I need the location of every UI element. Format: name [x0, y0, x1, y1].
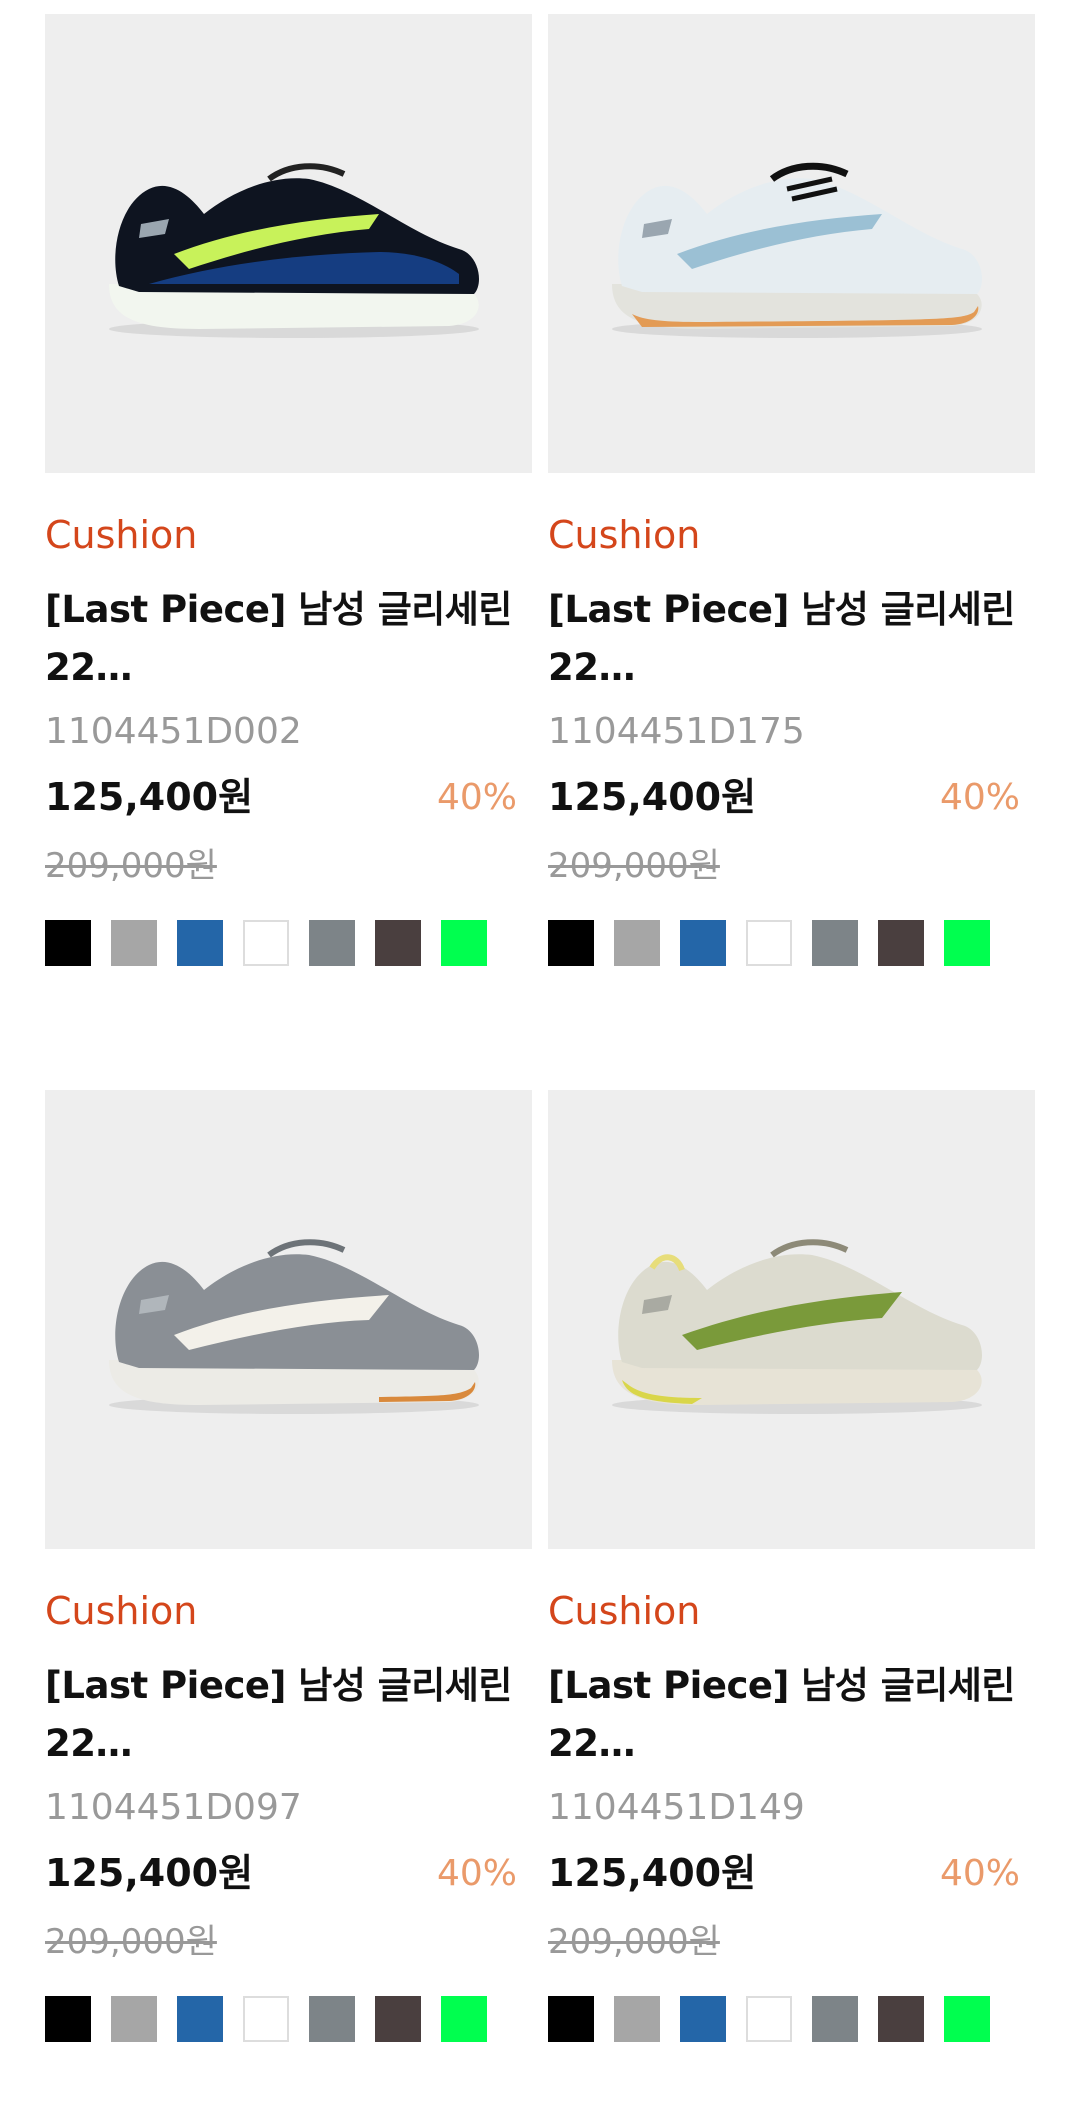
color-swatch-blue[interactable] [680, 920, 726, 966]
color-swatches [548, 920, 990, 966]
product-image[interactable] [45, 1090, 532, 1549]
color-swatch-black[interactable] [45, 1996, 91, 2042]
running-shoe-image [611, 162, 982, 338]
product-name-line1: [Last Piece] 남성 글리세린 [548, 1664, 1015, 1707]
original-price: 209,000원 [548, 846, 720, 886]
color-swatch-white[interactable] [243, 1996, 289, 2042]
color-swatch-green[interactable] [944, 920, 990, 966]
discount-rate: 40% [939, 1853, 1020, 1894]
color-swatch-blue[interactable] [177, 1996, 223, 2042]
color-swatch-gray[interactable] [309, 920, 355, 966]
product-card[interactable]: Cushion [Last Piece] 남성 글리세린 22… 1104451… [548, 1090, 1035, 2112]
discount-rate: 40% [939, 777, 1020, 818]
color-swatches [548, 1996, 990, 2042]
product-name-line2: 22… [548, 646, 636, 689]
color-swatch-gray[interactable] [309, 1996, 355, 2042]
product-name[interactable]: [Last Piece] 남성 글리세린 22… [548, 1657, 1028, 1773]
color-swatch-gray[interactable] [812, 1996, 858, 2042]
product-category: Cushion [548, 1589, 701, 1633]
color-swatch-green[interactable] [441, 920, 487, 966]
color-swatch-dark-brown[interactable] [375, 920, 421, 966]
product-category: Cushion [548, 513, 701, 557]
color-swatch-blue[interactable] [680, 1996, 726, 2042]
color-swatches [45, 1996, 487, 2042]
product-card[interactable]: Cushion [Last Piece] 남성 글리세린 22… 1104451… [548, 14, 1035, 1036]
color-swatch-light-gray[interactable] [614, 920, 660, 966]
running-shoe-image [108, 162, 479, 338]
color-swatches [45, 920, 487, 966]
product-card[interactable]: Cushion [Last Piece] 남성 글리세린 22… 1104451… [45, 14, 532, 1036]
product-name[interactable]: [Last Piece] 남성 글리세린 22… [45, 581, 525, 697]
product-code: 1104451D175 [548, 711, 805, 752]
running-shoe-image [108, 1238, 479, 1414]
color-swatch-green[interactable] [944, 1996, 990, 2042]
product-name[interactable]: [Last Piece] 남성 글리세린 22… [548, 581, 1028, 697]
product-name-line2: 22… [548, 1722, 636, 1765]
sale-price: 125,400원 [548, 775, 757, 819]
product-grid: Cushion [Last Piece] 남성 글리세린 22… 1104451… [45, 14, 1035, 2112]
product-image[interactable] [548, 1090, 1035, 1549]
color-swatch-black[interactable] [548, 1996, 594, 2042]
color-swatch-black[interactable] [45, 920, 91, 966]
color-swatch-white[interactable] [243, 920, 289, 966]
product-card[interactable]: Cushion [Last Piece] 남성 글리세린 22… 1104451… [45, 1090, 532, 2112]
product-category: Cushion [45, 513, 198, 557]
color-swatch-dark-brown[interactable] [878, 1996, 924, 2042]
running-shoe-image [611, 1238, 982, 1414]
color-swatch-light-gray[interactable] [111, 920, 157, 966]
color-swatch-green[interactable] [441, 1996, 487, 2042]
color-swatch-black[interactable] [548, 920, 594, 966]
color-swatch-white[interactable] [746, 1996, 792, 2042]
product-name-line2: 22… [45, 646, 133, 689]
product-image[interactable] [548, 14, 1035, 473]
original-price: 209,000원 [548, 1922, 720, 1962]
sale-price: 125,400원 [548, 1851, 757, 1895]
product-name-line1: [Last Piece] 남성 글리세린 [45, 1664, 512, 1707]
product-code: 1104451D149 [548, 1787, 805, 1828]
original-price: 209,000원 [45, 846, 217, 886]
sale-price: 125,400원 [45, 775, 254, 819]
discount-rate: 40% [436, 777, 517, 818]
product-name-line2: 22… [45, 1722, 133, 1765]
sale-price: 125,400원 [45, 1851, 254, 1895]
color-swatch-gray[interactable] [812, 920, 858, 966]
product-code: 1104451D002 [45, 711, 302, 752]
product-code: 1104451D097 [45, 1787, 302, 1828]
color-swatch-light-gray[interactable] [111, 1996, 157, 2042]
color-swatch-dark-brown[interactable] [375, 1996, 421, 2042]
original-price: 209,000원 [45, 1922, 217, 1962]
color-swatch-dark-brown[interactable] [878, 920, 924, 966]
discount-rate: 40% [436, 1853, 517, 1894]
product-name-line1: [Last Piece] 남성 글리세린 [45, 588, 512, 631]
product-name-line1: [Last Piece] 남성 글리세린 [548, 588, 1015, 631]
product-image[interactable] [45, 14, 532, 473]
product-name[interactable]: [Last Piece] 남성 글리세린 22… [45, 1657, 525, 1773]
product-category: Cushion [45, 1589, 198, 1633]
color-swatch-light-gray[interactable] [614, 1996, 660, 2042]
color-swatch-blue[interactable] [177, 920, 223, 966]
color-swatch-white[interactable] [746, 920, 792, 966]
